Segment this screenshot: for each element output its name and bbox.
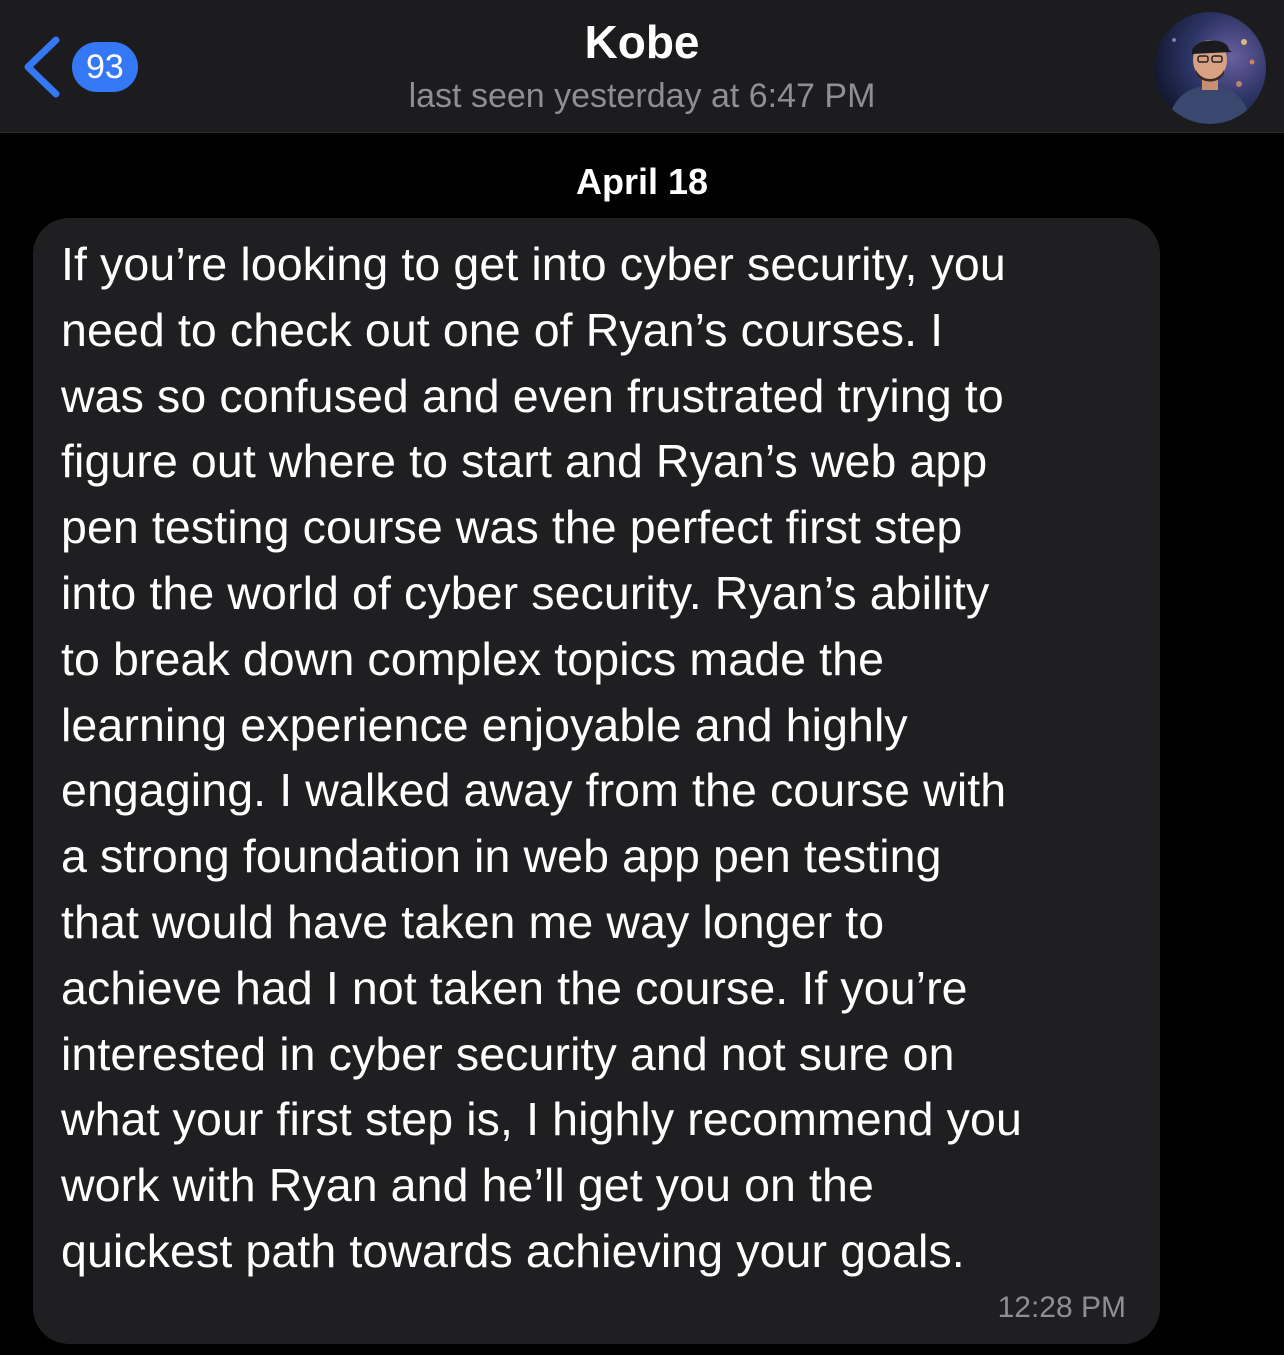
chevron-left-icon — [24, 36, 60, 98]
contact-info[interactable]: Kobe last seen yesterday at 6:47 PM — [300, 14, 984, 120]
avatar[interactable] — [1154, 12, 1266, 124]
chat-header: 93 Kobe last seen yesterday at 6:47 PM — [0, 0, 1284, 133]
profile-photo — [1154, 12, 1266, 124]
unread-count-badge: 93 — [72, 42, 138, 92]
message-text: If you’re looking to get into cyber secu… — [61, 238, 1022, 1277]
back-button[interactable]: 93 — [18, 34, 138, 100]
contact-status: last seen yesterday at 6:47 PM — [408, 77, 876, 115]
message-timestamp: 12:28 PM — [997, 1291, 1126, 1324]
message-bubble[interactable]: If you’re looking to get into cyber secu… — [33, 218, 1160, 1344]
date-divider: April 18 — [575, 161, 709, 202]
contact-name: Kobe — [584, 16, 700, 68]
